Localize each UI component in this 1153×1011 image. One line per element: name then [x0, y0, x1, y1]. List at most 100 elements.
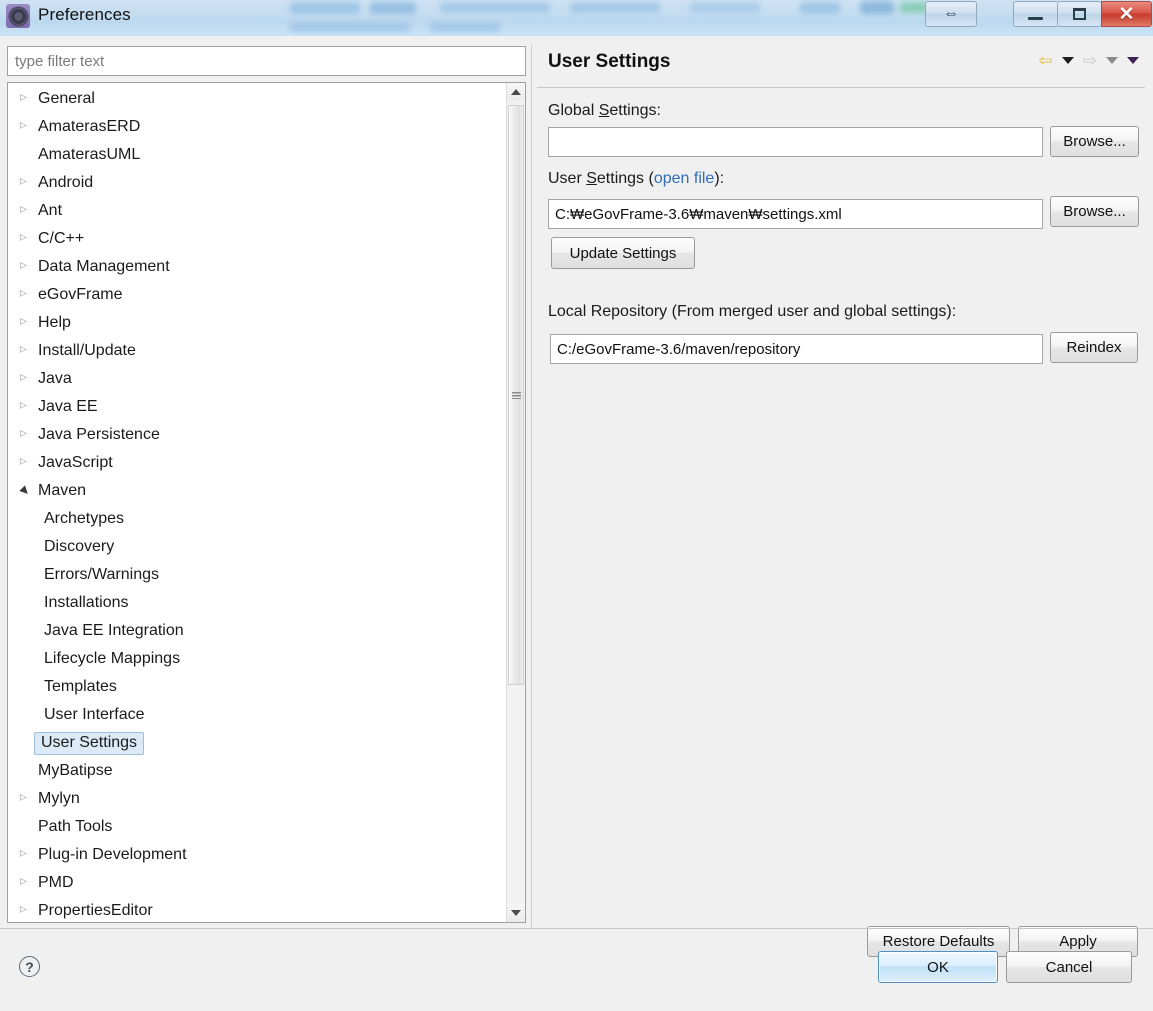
tree-item-java-persistence[interactable]: Java Persistence [8, 421, 506, 449]
tree-collapsed-arrow-icon[interactable] [18, 259, 34, 275]
tree-item-installations[interactable]: Installations [8, 589, 506, 617]
tree-item-errors-warnings[interactable]: Errors/Warnings [8, 561, 506, 589]
tree-item-c-c[interactable]: C/C++ [8, 225, 506, 253]
user-settings-label-mid: ettings ( [597, 170, 654, 187]
tree-item-java-ee[interactable]: Java EE [8, 393, 506, 421]
tree-item-java[interactable]: Java [8, 365, 506, 393]
tree-item-java-ee-integration[interactable]: Java EE Integration [8, 617, 506, 645]
tree-item-ant[interactable]: Ant [8, 197, 506, 225]
restore-window-button[interactable]: ⇔ [925, 1, 977, 27]
tree-collapsed-arrow-icon[interactable] [18, 119, 34, 135]
tree-item-label: Templates [36, 678, 117, 696]
panel-divider [531, 44, 532, 928]
tree-item-lifecycle-mappings[interactable]: Lifecycle Mappings [8, 645, 506, 673]
tree-item-label: Install/Update [34, 342, 136, 360]
back-arrow-icon[interactable]: ⇦ [1039, 52, 1053, 69]
user-settings-label-pre: User [548, 170, 586, 187]
tree-no-arrow-spacer [18, 147, 34, 163]
tree-item-help[interactable]: Help [8, 309, 506, 337]
tree-collapsed-arrow-icon[interactable] [18, 175, 34, 191]
tree-collapsed-arrow-icon[interactable] [18, 791, 34, 807]
tree-item-archetypes[interactable]: Archetypes [8, 505, 506, 533]
tree-collapsed-arrow-icon[interactable] [18, 847, 34, 863]
user-settings-browse-button[interactable]: Browse... [1050, 196, 1139, 227]
global-settings-browse-button[interactable]: Browse... [1050, 126, 1139, 157]
background-blur [860, 1, 894, 14]
filter-input[interactable] [7, 46, 526, 76]
background-blur [430, 22, 500, 32]
tree-collapsed-arrow-icon[interactable] [18, 91, 34, 107]
tree-item-amateraserd[interactable]: AmaterasERD [8, 113, 506, 141]
scrollbar-thumb[interactable] [508, 105, 524, 685]
local-repository-input[interactable] [550, 334, 1043, 364]
scroll-down-button[interactable] [507, 904, 525, 922]
tree-item-templates[interactable]: Templates [8, 673, 506, 701]
tree-item-javascript[interactable]: JavaScript [8, 449, 506, 477]
tree-collapsed-arrow-icon[interactable] [18, 287, 34, 303]
tree-item-mylyn[interactable]: Mylyn [8, 785, 506, 813]
title-bar[interactable]: Preferences ⇔ ✕ [0, 0, 1153, 36]
tree-item-label: Errors/Warnings [36, 566, 159, 584]
tree-collapsed-arrow-icon[interactable] [18, 875, 34, 891]
scroll-up-button[interactable] [507, 83, 525, 101]
tree-item-data-management[interactable]: Data Management [8, 253, 506, 281]
tree-item-discovery[interactable]: Discovery [8, 533, 506, 561]
tree-item-label: Plug-in Development [34, 846, 187, 864]
tree-collapsed-arrow-icon[interactable] [18, 455, 34, 471]
ok-button[interactable]: OK [878, 951, 998, 983]
tree-collapsed-arrow-icon[interactable] [18, 203, 34, 219]
update-settings-button[interactable]: Update Settings [551, 237, 695, 269]
tree-item-egovframe[interactable]: eGovFrame [8, 281, 506, 309]
tree-item-maven[interactable]: Maven [8, 477, 506, 505]
cancel-button[interactable]: Cancel [1006, 951, 1132, 983]
tree-collapsed-arrow-icon[interactable] [18, 903, 34, 919]
tree-collapsed-arrow-icon[interactable] [18, 427, 34, 443]
tree-collapsed-arrow-icon[interactable] [18, 399, 34, 415]
tree-collapsed-arrow-icon[interactable] [18, 315, 34, 331]
back-history-chevron-down-icon[interactable] [1062, 57, 1074, 64]
preferences-dialog: GeneralAmaterasERDAmaterasUMLAndroidAntC… [0, 36, 1153, 1011]
open-file-link[interactable]: open file [654, 170, 715, 187]
tree-expanded-arrow-icon[interactable] [18, 483, 34, 499]
tree-item-android[interactable]: Android [8, 169, 506, 197]
tree-item-plug-in-development[interactable]: Plug-in Development [8, 841, 506, 869]
tree-item-user-interface[interactable]: User Interface [8, 701, 506, 729]
preferences-tree[interactable]: General AmaterasERD AmaterasUMLAndroidAntC… [7, 82, 526, 923]
tree-item-pmd[interactable]: PMD [8, 869, 506, 897]
tree-collapsed-arrow-icon[interactable] [18, 371, 34, 387]
reindex-button[interactable]: Reindex [1050, 332, 1138, 363]
tree-item-propertieseditor[interactable]: PropertiesEditor [8, 897, 506, 923]
tree-item-label: Maven [34, 482, 86, 500]
tree-item-general[interactable]: General [8, 85, 506, 113]
tree-collapsed-arrow-icon[interactable] [18, 231, 34, 247]
maximize-window-button[interactable] [1057, 1, 1101, 27]
scrollbar-grip-icon [512, 392, 521, 399]
tree-item-label: Installations [36, 594, 129, 612]
tree-item-label: Java EE [34, 398, 98, 416]
forward-arrow-icon[interactable]: ⇨ [1083, 52, 1097, 69]
tree-item-user-settings[interactable]: User Settings [8, 729, 506, 757]
user-settings-page: User Settings ⇦ ⇨ Global Settings: Brows… [537, 44, 1145, 928]
tree-item-label: Discovery [36, 538, 114, 556]
tree-item-path-tools[interactable]: Path Tools [8, 813, 506, 841]
page-navigation: ⇦ ⇨ [1039, 52, 1140, 69]
preferences-tree-list: General AmaterasERD AmaterasUMLAndroidAntC… [8, 83, 506, 923]
user-settings-input[interactable] [548, 199, 1043, 229]
forward-history-chevron-down-icon[interactable] [1106, 57, 1118, 64]
tree-item-label: AmaterasERD [34, 118, 140, 136]
page-header: User Settings ⇦ ⇨ [537, 44, 1145, 88]
tree-item-install-update[interactable]: Install/Update [8, 337, 506, 365]
close-window-button[interactable]: ✕ [1101, 1, 1152, 27]
view-menu-chevron-down-icon[interactable] [1127, 57, 1139, 64]
user-settings-label: User Settings (open file): [548, 170, 724, 188]
tree-collapsed-arrow-icon[interactable] [18, 343, 34, 359]
tree-item-label: General [34, 90, 95, 108]
tree-item-mybatipse[interactable]: MyBatipse [8, 757, 506, 785]
tree-item-amaterasuml[interactable]: AmaterasUML [8, 141, 506, 169]
help-icon[interactable]: ? [19, 956, 40, 977]
background-blur [290, 22, 410, 32]
minimize-window-button[interactable] [1013, 1, 1057, 27]
global-settings-input[interactable] [548, 127, 1043, 157]
tree-item-label: Help [34, 314, 71, 332]
tree-vertical-scrollbar[interactable] [506, 83, 525, 922]
